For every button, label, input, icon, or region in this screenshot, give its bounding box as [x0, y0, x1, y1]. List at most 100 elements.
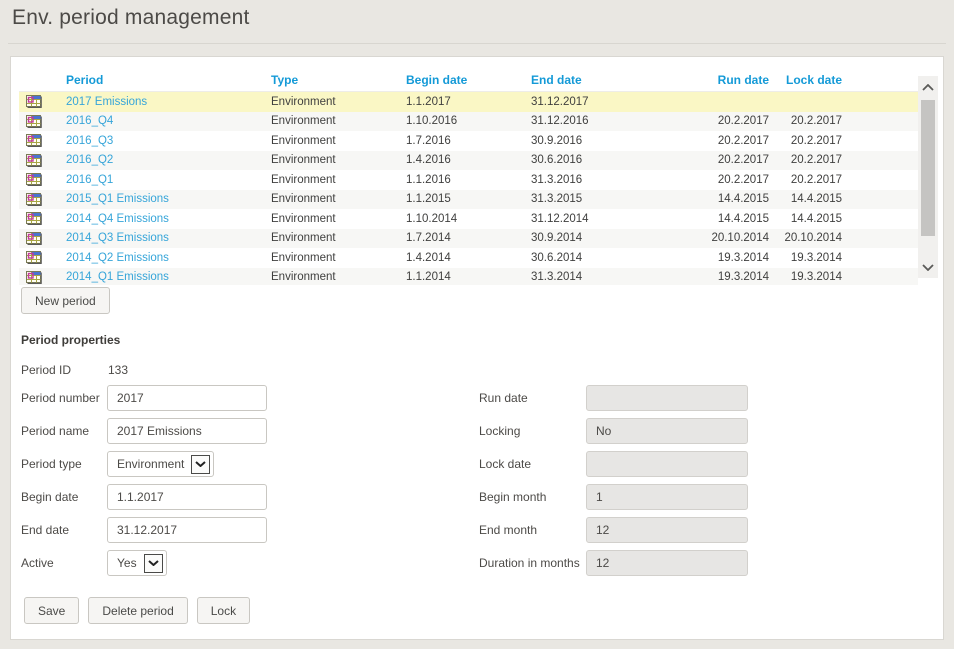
col-header-end[interactable]: End date — [531, 73, 706, 87]
period-link[interactable]: 2016_Q2 — [66, 154, 271, 166]
lock-date-cell: 14.4.2015 — [769, 213, 842, 225]
period-calendar-icon — [19, 212, 66, 225]
begin-date-field[interactable] — [107, 484, 267, 510]
end-date-cell: 30.9.2014 — [531, 232, 706, 244]
period-type-cell: Environment — [271, 96, 406, 108]
end-month-label: End month — [479, 523, 537, 537]
run-date-field — [586, 385, 748, 411]
scrollbar-thumb[interactable] — [921, 100, 935, 236]
lock-date-cell: 19.3.2014 — [769, 252, 842, 264]
period-calendar-icon — [19, 134, 66, 147]
lock-date-label: Lock date — [479, 457, 531, 471]
period-id-value: 133 — [108, 363, 128, 377]
end-date-cell: 31.12.2014 — [531, 213, 706, 225]
table-header: Period Type Begin date End date Run date… — [19, 68, 918, 92]
period-calendar-icon — [19, 95, 66, 108]
period-type-label: Period type — [21, 457, 82, 471]
run-date-cell: 14.4.2015 — [706, 193, 769, 205]
chevron-down-icon[interactable] — [918, 259, 938, 275]
period-name-label: Period name — [21, 424, 89, 438]
period-type-cell: Environment — [271, 213, 406, 225]
period-type-cell: Environment — [271, 252, 406, 264]
end-date-cell: 31.12.2017 — [531, 96, 706, 108]
run-date-cell: 20.2.2017 — [706, 115, 769, 127]
begin-date-cell: 1.1.2016 — [406, 174, 531, 186]
begin-date-cell: 1.4.2016 — [406, 154, 531, 166]
end-date-cell: 31.3.2016 — [531, 174, 706, 186]
period-link[interactable]: 2017 Emissions — [66, 96, 271, 108]
table-row[interactable]: 2017 Emissions Environment 1.1.2017 31.1… — [19, 92, 918, 112]
begin-date-cell: 1.4.2014 — [406, 252, 531, 264]
period-type-cell: Environment — [271, 115, 406, 127]
period-name-field[interactable] — [107, 418, 267, 444]
col-header-lock[interactable]: Lock date — [769, 73, 842, 87]
begin-date-cell: 1.1.2015 — [406, 193, 531, 205]
lock-button[interactable]: Lock — [197, 597, 250, 624]
col-header-begin[interactable]: Begin date — [406, 73, 531, 87]
table-row[interactable]: 2014_Q4 Emissions Environment 1.10.2014 … — [19, 209, 918, 229]
table-row[interactable]: 2016_Q2 Environment 1.4.2016 30.6.2016 2… — [19, 151, 918, 171]
table-row[interactable]: 2016_Q3 Environment 1.7.2016 30.9.2016 2… — [19, 131, 918, 151]
period-type-cell: Environment — [271, 271, 406, 283]
col-header-period[interactable]: Period — [66, 73, 271, 87]
table-row[interactable]: 2014_Q1 Emissions Environment 1.1.2014 3… — [19, 268, 918, 286]
period-link[interactable]: 2016_Q3 — [66, 135, 271, 147]
period-calendar-icon — [19, 232, 66, 245]
period-number-field[interactable] — [107, 385, 267, 411]
new-period-button[interactable]: New period — [21, 287, 110, 314]
period-type-cell: Environment — [271, 232, 406, 244]
period-calendar-icon — [19, 193, 66, 206]
period-type-cell: Environment — [271, 174, 406, 186]
begin-date-cell: 1.1.2014 — [406, 271, 531, 283]
table-row[interactable]: 2016_Q1 Environment 1.1.2016 31.3.2016 2… — [19, 170, 918, 190]
period-type-cell: Environment — [271, 154, 406, 166]
locking-field — [586, 418, 748, 444]
lock-date-cell: 20.10.2014 — [769, 232, 842, 244]
period-calendar-icon — [19, 271, 66, 284]
locking-label: Locking — [479, 424, 520, 438]
delete-period-button[interactable]: Delete period — [88, 597, 187, 624]
main-panel: Period Type Begin date End date Run date… — [10, 56, 944, 640]
col-header-type[interactable]: Type — [271, 73, 406, 87]
end-date-cell: 30.6.2014 — [531, 252, 706, 264]
col-header-run[interactable]: Run date — [706, 73, 769, 87]
save-button[interactable]: Save — [24, 597, 79, 624]
table-row[interactable]: 2016_Q4 Environment 1.10.2016 31.12.2016… — [19, 112, 918, 132]
period-link[interactable]: 2014_Q4 Emissions — [66, 213, 271, 225]
period-type-cell: Environment — [271, 193, 406, 205]
page-title: Env. period management — [12, 6, 249, 30]
begin-date-cell: 1.10.2016 — [406, 115, 531, 127]
period-link[interactable]: 2015_Q1 Emissions — [66, 193, 271, 205]
lock-date-cell: 20.2.2017 — [769, 174, 842, 186]
run-date-cell: 20.2.2017 — [706, 135, 769, 147]
begin-date-label: Begin date — [21, 490, 78, 504]
lock-date-cell: 20.2.2017 — [769, 135, 842, 147]
table-scrollbar[interactable] — [918, 76, 938, 278]
table-row[interactable]: 2014_Q3 Emissions Environment 1.7.2014 3… — [19, 229, 918, 249]
period-type-cell: Environment — [271, 135, 406, 147]
table-row[interactable]: 2014_Q2 Emissions Environment 1.4.2014 3… — [19, 248, 918, 268]
period-link[interactable]: 2014_Q2 Emissions — [66, 252, 271, 264]
period-link[interactable]: 2016_Q1 — [66, 174, 271, 186]
run-date-label: Run date — [479, 391, 528, 405]
end-date-cell: 31.3.2014 — [531, 271, 706, 283]
period-type-selected-value: Environment — [117, 457, 184, 471]
begin-date-cell: 1.7.2014 — [406, 232, 531, 244]
period-link[interactable]: 2016_Q4 — [66, 115, 271, 127]
end-date-field[interactable] — [107, 517, 267, 543]
period-type-select[interactable]: Environment — [107, 451, 214, 477]
chevron-down-icon — [144, 554, 163, 573]
end-date-label: End date — [21, 523, 69, 537]
run-date-cell: 14.4.2015 — [706, 213, 769, 225]
active-selected-value: Yes — [117, 556, 137, 570]
period-calendar-icon — [19, 115, 66, 128]
active-select[interactable]: Yes — [107, 550, 167, 576]
table-row[interactable]: 2015_Q1 Emissions Environment 1.1.2015 3… — [19, 190, 918, 210]
period-link[interactable]: 2014_Q1 Emissions — [66, 271, 271, 283]
begin-month-label: Begin month — [479, 490, 546, 504]
end-date-cell: 31.12.2016 — [531, 115, 706, 127]
chevron-up-icon[interactable] — [918, 79, 938, 95]
run-date-cell: 19.3.2014 — [706, 252, 769, 264]
period-number-label: Period number — [21, 391, 100, 405]
period-link[interactable]: 2014_Q3 Emissions — [66, 232, 271, 244]
